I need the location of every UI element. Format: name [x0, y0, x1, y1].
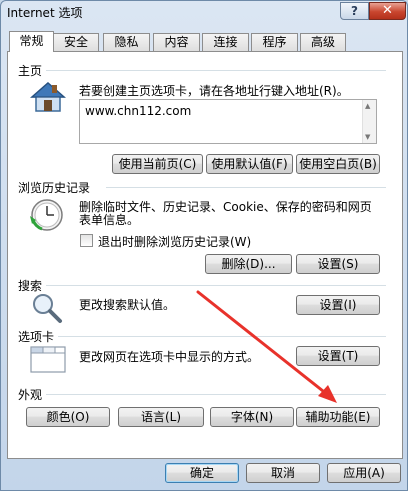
history-clock-icon: [30, 199, 63, 231]
use-default-button[interactable]: 使用默认值(F): [206, 154, 293, 174]
tab-programs[interactable]: 程序: [251, 33, 298, 51]
tabs-separator: [58, 336, 386, 337]
close-button[interactable]: ✕: [369, 2, 406, 20]
homepage-url-textarea[interactable]: www.chn112.com ▲ ▼: [79, 99, 377, 144]
use-blank-page-button[interactable]: 使用空白页(B): [296, 154, 380, 174]
colors-button[interactable]: 颜色(O): [26, 407, 110, 427]
tabs-window-icon: [30, 346, 66, 373]
magnifier-icon: [33, 294, 62, 323]
apply-button[interactable]: 应用(A): [327, 463, 401, 483]
tabs-description: 更改网页在选项卡中显示的方式。: [79, 350, 260, 364]
languages-button[interactable]: 语言(L): [118, 407, 204, 427]
cancel-button[interactable]: 取消: [246, 463, 320, 483]
tabs-settings-button[interactable]: 设置(T): [296, 346, 380, 366]
homepage-section-title: 主页: [18, 64, 43, 78]
tab-advanced[interactable]: 高级: [300, 33, 346, 51]
history-description-line2: 表单信息。: [79, 213, 140, 227]
delete-history-button[interactable]: 删除(D)...: [205, 254, 292, 274]
help-button[interactable]: ?: [340, 2, 369, 20]
tab-privacy[interactable]: 隐私: [103, 33, 150, 51]
homepage-description: 若要创建主页选项卡，请在各地址行键入地址(R)。: [79, 84, 349, 98]
homepage-textarea-scrollbar[interactable]: ▲ ▼: [362, 100, 376, 143]
history-settings-button[interactable]: 设置(S): [296, 254, 380, 274]
ok-button[interactable]: 确定: [165, 463, 239, 483]
tab-security[interactable]: 安全: [53, 33, 99, 51]
scroll-down-icon[interactable]: ▼: [365, 133, 370, 141]
tab-strip: 常规 安全 隐私 内容 连接 程序 高级: [9, 31, 401, 52]
fonts-button[interactable]: 字体(N): [210, 407, 294, 427]
homepage-url-value: www.chn112.com: [85, 104, 192, 118]
use-current-page-button[interactable]: 使用当前页(C): [112, 154, 203, 174]
search-separator: [46, 285, 386, 286]
search-settings-button[interactable]: 设置(I): [296, 295, 380, 315]
search-description: 更改搜索默认值。: [79, 298, 176, 312]
appearance-section-title: 外观: [18, 388, 43, 402]
house-icon: [30, 82, 66, 112]
scroll-up-icon[interactable]: ▲: [365, 102, 370, 110]
title-bar: Internet 选项 ? ✕: [1, 1, 407, 29]
history-separator: [106, 187, 386, 188]
accessibility-button[interactable]: 辅助功能(E): [296, 407, 380, 427]
tab-content[interactable]: 内容: [153, 33, 200, 51]
homepage-separator: [46, 70, 386, 71]
general-tab-panel: 主页 若要创建主页选项卡，请在各地址行键入地址(R)。 www.chn112.c…: [7, 51, 403, 459]
history-section-title: 浏览历史记录: [18, 181, 91, 195]
appearance-separator: [46, 394, 386, 395]
delete-history-on-exit-label: 退出时删除浏览历史记录(W): [98, 235, 252, 249]
delete-history-on-exit-checkbox[interactable]: [80, 234, 93, 247]
window-title: Internet 选项: [7, 6, 83, 20]
tab-general[interactable]: 常规: [9, 31, 54, 52]
tab-connections[interactable]: 连接: [202, 33, 249, 51]
internet-options-dialog: Internet 选项 ? ✕ 常规 安全 隐私 内容 连接 程序 高级 主页 …: [0, 0, 408, 491]
